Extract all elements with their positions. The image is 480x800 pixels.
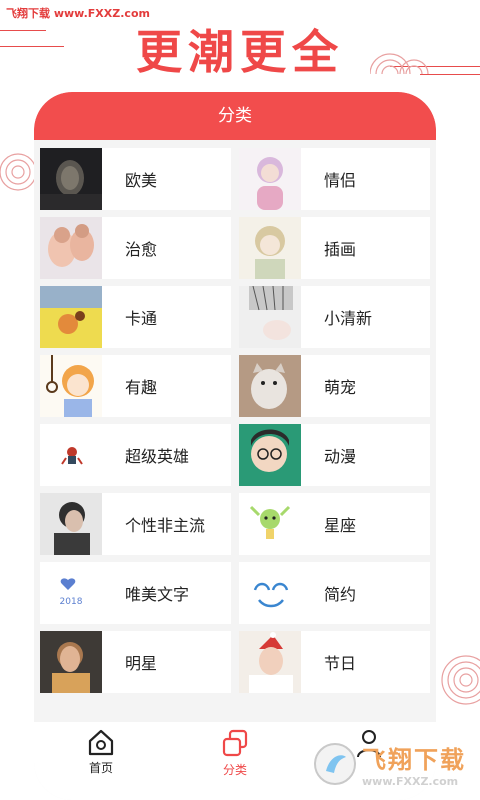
category-thumbnail <box>40 424 102 486</box>
fxxz-logo-icon <box>314 743 356 785</box>
thumb-year-text: 2018 <box>60 597 83 607</box>
category-label: 明星 <box>125 654 158 673</box>
category-thumbnail <box>40 493 102 555</box>
category-thumbnail <box>40 148 102 210</box>
category-icon <box>222 729 248 757</box>
panel-title: 分类 <box>34 92 436 140</box>
wave-ornament-icon <box>441 655 480 705</box>
category-label: 有趣 <box>125 378 158 397</box>
category-thumbnail <box>239 562 301 624</box>
category-thumbnail <box>239 631 301 693</box>
category-card[interactable]: 星座 <box>239 493 430 555</box>
wave-ornament-icon <box>0 153 37 191</box>
category-panel: 分类 欧美 情侣治愈 插画卡通 小清新有趣 萌宠超级英雄 动漫个性非主流 星座 2018 唯美文… <box>34 92 436 800</box>
category-card[interactable]: 有趣 <box>40 355 231 417</box>
category-card[interactable]: 超级英雄 <box>40 424 231 486</box>
category-label: 插画 <box>324 240 357 259</box>
tab-home-label: 首页 <box>88 761 113 775</box>
category-label: 节日 <box>324 654 357 673</box>
category-card[interactable]: 明星 <box>40 631 231 693</box>
category-label: 星座 <box>324 516 357 535</box>
category-card[interactable]: 萌宠 <box>239 355 430 417</box>
category-label: 卡通 <box>125 309 158 328</box>
category-thumbnail <box>239 493 301 555</box>
category-card[interactable]: 简约 <box>239 562 430 624</box>
category-thumbnail <box>40 286 102 348</box>
category-card[interactable]: 个性非主流 <box>40 493 231 555</box>
category-card[interactable]: 小清新 <box>239 286 430 348</box>
category-label: 超级英雄 <box>125 447 190 466</box>
category-thumbnail <box>40 217 102 279</box>
category-label: 治愈 <box>125 240 158 259</box>
watermark-bottom: 飞翔下载 www.FXXZ.com <box>312 734 472 794</box>
category-card[interactable]: 情侣 <box>239 148 430 210</box>
category-label: 唯美文字 <box>125 585 190 604</box>
watermark-title: 飞翔下载 <box>362 746 466 774</box>
category-grid: 欧美 情侣治愈 插画卡通 小清新有趣 萌宠超级英雄 动漫个性非主流 星座 2018 唯美文字 简约… <box>40 148 430 693</box>
category-label: 情侣 <box>324 171 357 190</box>
category-label: 萌宠 <box>324 378 357 397</box>
category-thumbnail <box>40 355 102 417</box>
category-label: 动漫 <box>324 447 357 466</box>
category-thumbnail <box>239 424 301 486</box>
category-card[interactable]: 治愈 <box>40 217 231 279</box>
tab-home[interactable]: 首页 <box>34 722 168 800</box>
category-thumbnail <box>239 355 301 417</box>
category-label: 欧美 <box>125 171 158 190</box>
category-thumbnail <box>40 631 102 693</box>
category-card[interactable]: 欧美 <box>40 148 231 210</box>
category-card[interactable]: 插画 <box>239 217 430 279</box>
category-label: 小清新 <box>324 309 373 328</box>
category-card[interactable]: 卡通 <box>40 286 231 348</box>
category-label: 简约 <box>324 585 357 604</box>
category-thumbnail: 2018 <box>40 562 102 624</box>
watermark-url: www.FXXZ.com <box>362 775 459 788</box>
category-thumbnail <box>239 148 301 210</box>
category-thumbnail <box>239 217 301 279</box>
category-card[interactable]: 动漫 <box>239 424 430 486</box>
tab-category[interactable]: 分类 <box>168 722 302 800</box>
home-icon <box>88 729 114 756</box>
tab-category-label: 分类 <box>222 763 247 777</box>
headline: 更潮更全 <box>136 25 344 79</box>
category-card[interactable]: 节日 <box>239 631 430 693</box>
category-thumbnail <box>239 286 301 348</box>
category-label: 个性非主流 <box>125 516 206 535</box>
category-card[interactable]: 2018 唯美文字 <box>40 562 231 624</box>
